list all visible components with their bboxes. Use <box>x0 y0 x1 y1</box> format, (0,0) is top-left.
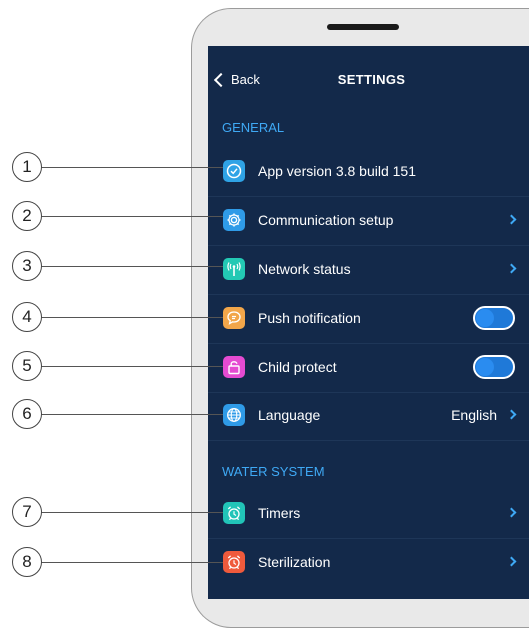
chevron-right-icon <box>506 556 517 567</box>
settings-row-app-version[interactable]: App version 3.8 build 151 <box>208 148 529 197</box>
antenna-icon <box>223 258 245 280</box>
callout-line <box>41 414 223 416</box>
nav-bar: Back SETTINGS <box>208 46 529 114</box>
gear-icon <box>223 209 245 231</box>
settings-screen: Back SETTINGS GENERAL App version 3.8 bu… <box>208 46 529 599</box>
callout-marker: 3 <box>12 251 42 281</box>
settings-row-language[interactable]: Language English <box>208 392 529 441</box>
callout-marker: 1 <box>12 152 42 182</box>
chevron-right-icon <box>506 507 517 518</box>
settings-row-communication-setup[interactable]: Communication setup <box>208 197 529 246</box>
callout-line <box>41 216 223 218</box>
phone-speaker <box>327 24 399 30</box>
settings-row-timers[interactable]: Timers <box>208 490 529 539</box>
chat-bubble-icon <box>223 307 245 329</box>
alarm-clock-icon <box>223 551 245 573</box>
callout-line <box>41 512 223 514</box>
section-header-general: GENERAL <box>222 120 285 135</box>
callout-marker: 6 <box>12 399 42 429</box>
chevron-right-icon <box>506 409 517 420</box>
callout-marker: 2 <box>12 201 42 231</box>
row-label: Child protect <box>258 359 337 375</box>
callout-marker: 5 <box>12 351 42 381</box>
padlock-icon <box>223 356 245 378</box>
chevron-right-icon <box>506 214 517 225</box>
settings-row-network-status[interactable]: Network status <box>208 246 529 295</box>
settings-row-sterilization[interactable]: Sterilization <box>208 539 529 588</box>
callout-marker: 4 <box>12 302 42 332</box>
callout-line <box>41 366 223 368</box>
callout-line <box>41 562 223 564</box>
row-label: Communication setup <box>258 212 394 228</box>
row-label: Push notification <box>258 310 361 326</box>
callout-line <box>41 317 223 319</box>
push-notification-toggle[interactable] <box>473 306 515 330</box>
toggle-knob <box>476 309 494 327</box>
row-label: Network status <box>258 261 351 277</box>
language-value: English <box>451 407 497 423</box>
settings-row-child-protect: Child protect <box>208 344 529 393</box>
chevron-right-icon <box>506 263 517 274</box>
globe-icon <box>223 404 245 426</box>
row-label: Sterilization <box>258 554 331 570</box>
row-label: Timers <box>258 505 301 521</box>
checkmark-circle-icon <box>223 160 245 182</box>
row-label: App version 3.8 build 151 <box>258 163 416 179</box>
callout-marker: 8 <box>12 547 42 577</box>
child-protect-toggle[interactable] <box>473 355 515 379</box>
page-title: SETTINGS <box>337 72 406 87</box>
settings-row-push-notification: Push notification <box>208 295 529 344</box>
alarm-clock-icon <box>223 502 245 524</box>
toggle-knob <box>476 358 494 376</box>
callout-marker: 7 <box>12 497 42 527</box>
callout-line <box>41 167 223 169</box>
row-label: Language <box>258 407 321 423</box>
callout-line <box>41 266 223 268</box>
section-header-water-system: WATER SYSTEM <box>222 464 325 479</box>
